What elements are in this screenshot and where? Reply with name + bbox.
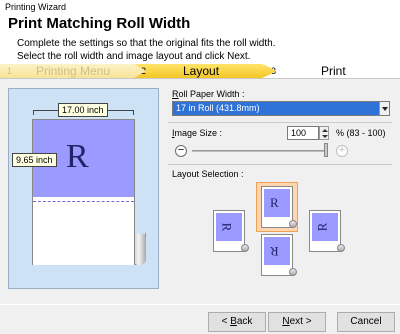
preview-glyph: R <box>66 138 89 175</box>
roll-icon <box>289 268 297 276</box>
back-arrow: < <box>221 316 231 327</box>
accelerator-key: N <box>282 316 290 327</box>
layout-option-upright[interactable]: R <box>261 186 297 228</box>
back-button[interactable]: < Back <box>208 312 266 332</box>
layout-option-rotate-right[interactable]: R <box>309 210 345 252</box>
zoom-in-icon: + <box>336 145 348 157</box>
layout-option-rotate-left[interactable]: R <box>213 210 249 252</box>
separator <box>168 122 392 123</box>
step-label: Layout <box>183 64 220 78</box>
width-label: 17.00 inch <box>58 103 108 117</box>
roll-paper-width-select[interactable]: 17 in Roll (431.8mm) <box>172 101 390 116</box>
slider-handle[interactable] <box>324 143 328 157</box>
image-size-label: Image Size : <box>172 128 222 138</box>
instruction-line-1: Complete the settings so that the origin… <box>17 38 276 49</box>
button-label: ack <box>236 316 253 327</box>
wizard-steps: 1 Printing Menu 2 Layout 3 Print <box>0 64 400 78</box>
instruction-line-2: Select the roll width and image layout a… <box>17 51 251 62</box>
step-label: Printing Menu <box>36 64 111 78</box>
page-title: Print Matching Roll Width <box>8 15 191 32</box>
image-size-input[interactable]: 100 <box>287 126 319 140</box>
image-size-slider[interactable] <box>192 150 324 152</box>
cancel-button[interactable]: Cancel <box>337 312 395 332</box>
layout-option-upside-down[interactable]: R <box>261 234 297 276</box>
zoom-out-icon[interactable]: − <box>175 145 187 157</box>
step-number: 1 <box>7 66 13 76</box>
layout-glyph: R <box>314 222 330 232</box>
step-label: Print <box>321 64 346 78</box>
next-button[interactable]: Next > <box>268 312 326 332</box>
layout-glyph: R <box>270 244 279 259</box>
step-print: 3 Print <box>264 64 400 78</box>
window-title: Printing Wizard <box>0 0 400 14</box>
roll-paper-width-label: Roll Paper Width : <box>172 89 245 99</box>
step-layout: 2 Layout <box>134 64 278 78</box>
label-text: oll Paper Width : <box>178 89 245 99</box>
separator <box>168 164 392 165</box>
layout-glyph: R <box>270 195 279 210</box>
layout-selection-label: Layout Selection : <box>172 169 244 179</box>
label-text: mage Size : <box>174 128 223 138</box>
roll-icon <box>241 244 249 252</box>
roll-icon <box>337 244 345 252</box>
chevron-down-icon[interactable] <box>379 102 389 115</box>
preview-cut-line <box>33 201 134 202</box>
image-size-spinner[interactable] <box>319 126 329 140</box>
image-size-range: % (83 - 100) <box>336 128 386 138</box>
accelerator-key: B <box>230 316 237 327</box>
layout-glyph: R <box>219 222 235 232</box>
roll-icon <box>289 220 297 228</box>
button-label: ext > <box>289 316 312 327</box>
step-printing-menu: 1 Printing Menu <box>0 64 150 78</box>
height-label: 9.65 inch <box>12 153 57 167</box>
